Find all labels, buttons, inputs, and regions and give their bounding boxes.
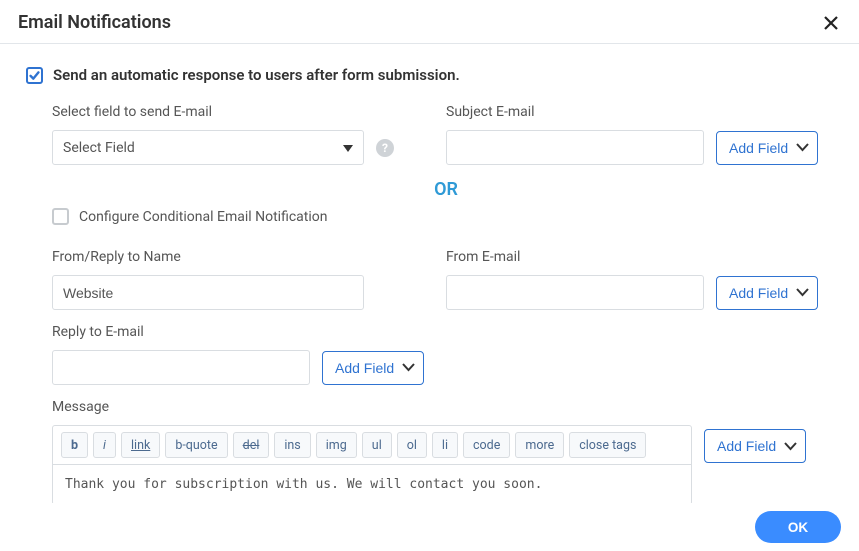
toolbar-italic-button[interactable]: i xyxy=(93,432,116,458)
message-textarea[interactable]: Thank you for subscription with us. We w… xyxy=(53,464,691,503)
message-group: Message b i link b-quote del ins img ul … xyxy=(52,399,840,503)
dialog-header: Email Notifications xyxy=(0,0,859,44)
conditional-label: Configure Conditional Email Notification xyxy=(79,209,328,225)
toolbar-li-button[interactable]: li xyxy=(432,432,458,458)
chevron-down-icon xyxy=(402,363,415,372)
check-icon xyxy=(29,70,40,81)
chevron-down-icon xyxy=(784,442,797,451)
toolbar-bquote-button[interactable]: b-quote xyxy=(165,432,227,458)
or-divider: OR xyxy=(52,171,840,208)
subject-add-field-button[interactable]: Add Field xyxy=(716,131,818,165)
from-email-label: From E-mail xyxy=(446,249,840,265)
from-name-group: From/Reply to Name xyxy=(52,249,446,310)
ok-button[interactable]: OK xyxy=(755,511,841,543)
select-field-value: Select Field xyxy=(63,140,135,156)
conditional-row: Configure Conditional Email Notification xyxy=(52,208,840,225)
send-automatic-label: Send an automatic response to users afte… xyxy=(53,66,460,84)
toolbar-ol-button[interactable]: ol xyxy=(397,432,427,458)
send-automatic-checkbox[interactable] xyxy=(26,67,43,84)
help-icon[interactable]: ? xyxy=(376,139,394,157)
dialog-body: Send an automatic response to users afte… xyxy=(0,44,859,503)
message-editor: b i link b-quote del ins img ul ol li co… xyxy=(52,425,692,503)
email-notifications-dialog: Email Notifications Send an automatic re… xyxy=(0,0,859,551)
toolbar-bold-button[interactable]: b xyxy=(61,432,88,458)
from-name-label: From/Reply to Name xyxy=(52,249,446,265)
add-field-label: Add Field xyxy=(335,360,394,376)
from-email-input[interactable] xyxy=(446,275,704,310)
caret-down-icon xyxy=(343,140,353,156)
toolbar-link-button[interactable]: link xyxy=(121,432,160,458)
reply-email-label: Reply to E-mail xyxy=(52,324,446,340)
reply-email-group: Reply to E-mail Add Field xyxy=(52,324,446,385)
toolbar-del-button[interactable]: del xyxy=(233,432,270,458)
select-field-label: Select field to send E-mail xyxy=(52,104,446,120)
send-automatic-row: Send an automatic response to users afte… xyxy=(26,66,833,84)
form-grid: Select field to send E-mail Select Field… xyxy=(52,104,833,503)
chevron-down-icon xyxy=(796,288,809,297)
add-field-label: Add Field xyxy=(717,438,776,454)
toolbar-img-button[interactable]: img xyxy=(316,432,357,458)
toolbar-closetags-button[interactable]: close tags xyxy=(569,432,646,458)
dialog-footer: OK xyxy=(0,503,859,551)
select-field-group: Select field to send E-mail Select Field… xyxy=(52,104,446,165)
subject-group: Subject E-mail Add Field xyxy=(446,104,840,165)
toolbar-code-button[interactable]: code xyxy=(463,432,510,458)
toolbar-ul-button[interactable]: ul xyxy=(362,432,392,458)
dialog-title: Email Notifications xyxy=(18,12,171,33)
message-label: Message xyxy=(52,399,840,415)
add-field-label: Add Field xyxy=(729,140,788,156)
message-add-field-button[interactable]: Add Field xyxy=(704,429,806,463)
subject-input[interactable] xyxy=(446,130,704,165)
toolbar-more-button[interactable]: more xyxy=(515,432,564,458)
from-name-input[interactable] xyxy=(52,275,364,310)
subject-label: Subject E-mail xyxy=(446,104,840,120)
from-email-add-field-button[interactable]: Add Field xyxy=(716,276,818,310)
chevron-down-icon xyxy=(796,143,809,152)
toolbar-ins-button[interactable]: ins xyxy=(274,432,310,458)
conditional-checkbox[interactable] xyxy=(52,208,69,225)
editor-toolbar: b i link b-quote del ins img ul ol li co… xyxy=(53,426,691,464)
from-email-group: From E-mail Add Field xyxy=(446,249,840,310)
close-button[interactable] xyxy=(821,13,841,33)
select-field-dropdown[interactable]: Select Field xyxy=(52,130,364,165)
reply-email-add-field-button[interactable]: Add Field xyxy=(322,351,424,385)
add-field-label: Add Field xyxy=(729,285,788,301)
close-icon xyxy=(823,15,839,31)
reply-email-input[interactable] xyxy=(52,350,310,385)
